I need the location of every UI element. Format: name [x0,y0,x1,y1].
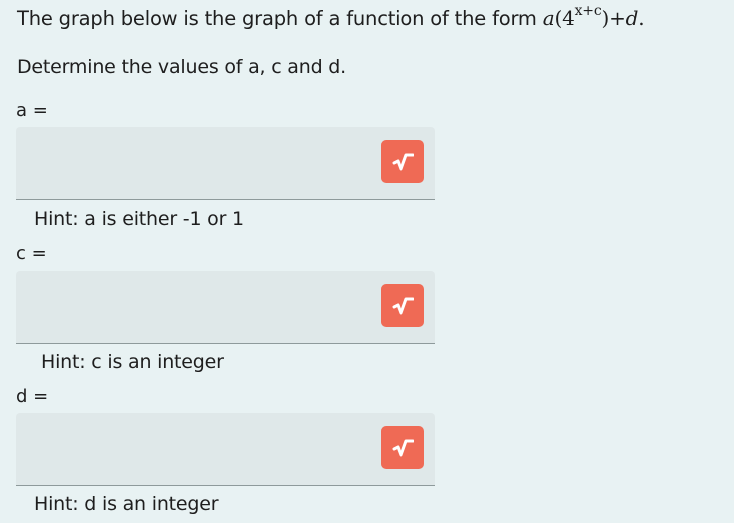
formula-exponent: x+c [574,3,602,20]
hint-c: Hint: c is an integer [41,351,224,373]
label-c: c = [16,243,47,264]
function-formula: a(4x+c)+d. [542,3,645,30]
answer-input-a[interactable] [16,127,356,199]
question-prompt: The graph below is the graph of a functi… [17,7,537,30]
sqrt-button-c[interactable] [381,284,424,327]
sqrt-button-d[interactable] [381,426,424,469]
hint-a: Hint: a is either -1 or 1 [34,208,244,230]
sqrt-icon [392,297,414,314]
answer-input-d[interactable] [16,413,356,485]
formula-end: . [638,6,645,30]
formula-a: a [542,6,555,30]
formula-d: d [625,6,639,30]
question-instruction: Determine the values of a, c and d. [17,56,346,78]
label-a: a = [16,100,48,121]
answer-box-c [16,271,435,344]
label-d: d = [16,386,49,407]
sqrt-icon [392,153,414,170]
formula-close: )+ [601,6,626,30]
hint-d: Hint: d is an integer [34,493,219,515]
answer-input-c[interactable] [16,271,356,343]
answer-box-a [16,127,435,200]
answer-box-d [16,413,435,486]
sqrt-icon [392,439,414,456]
question-text: The graph below is the graph of a functi… [17,3,645,30]
formula-open: (4 [554,6,575,30]
sqrt-button-a[interactable] [381,140,424,183]
